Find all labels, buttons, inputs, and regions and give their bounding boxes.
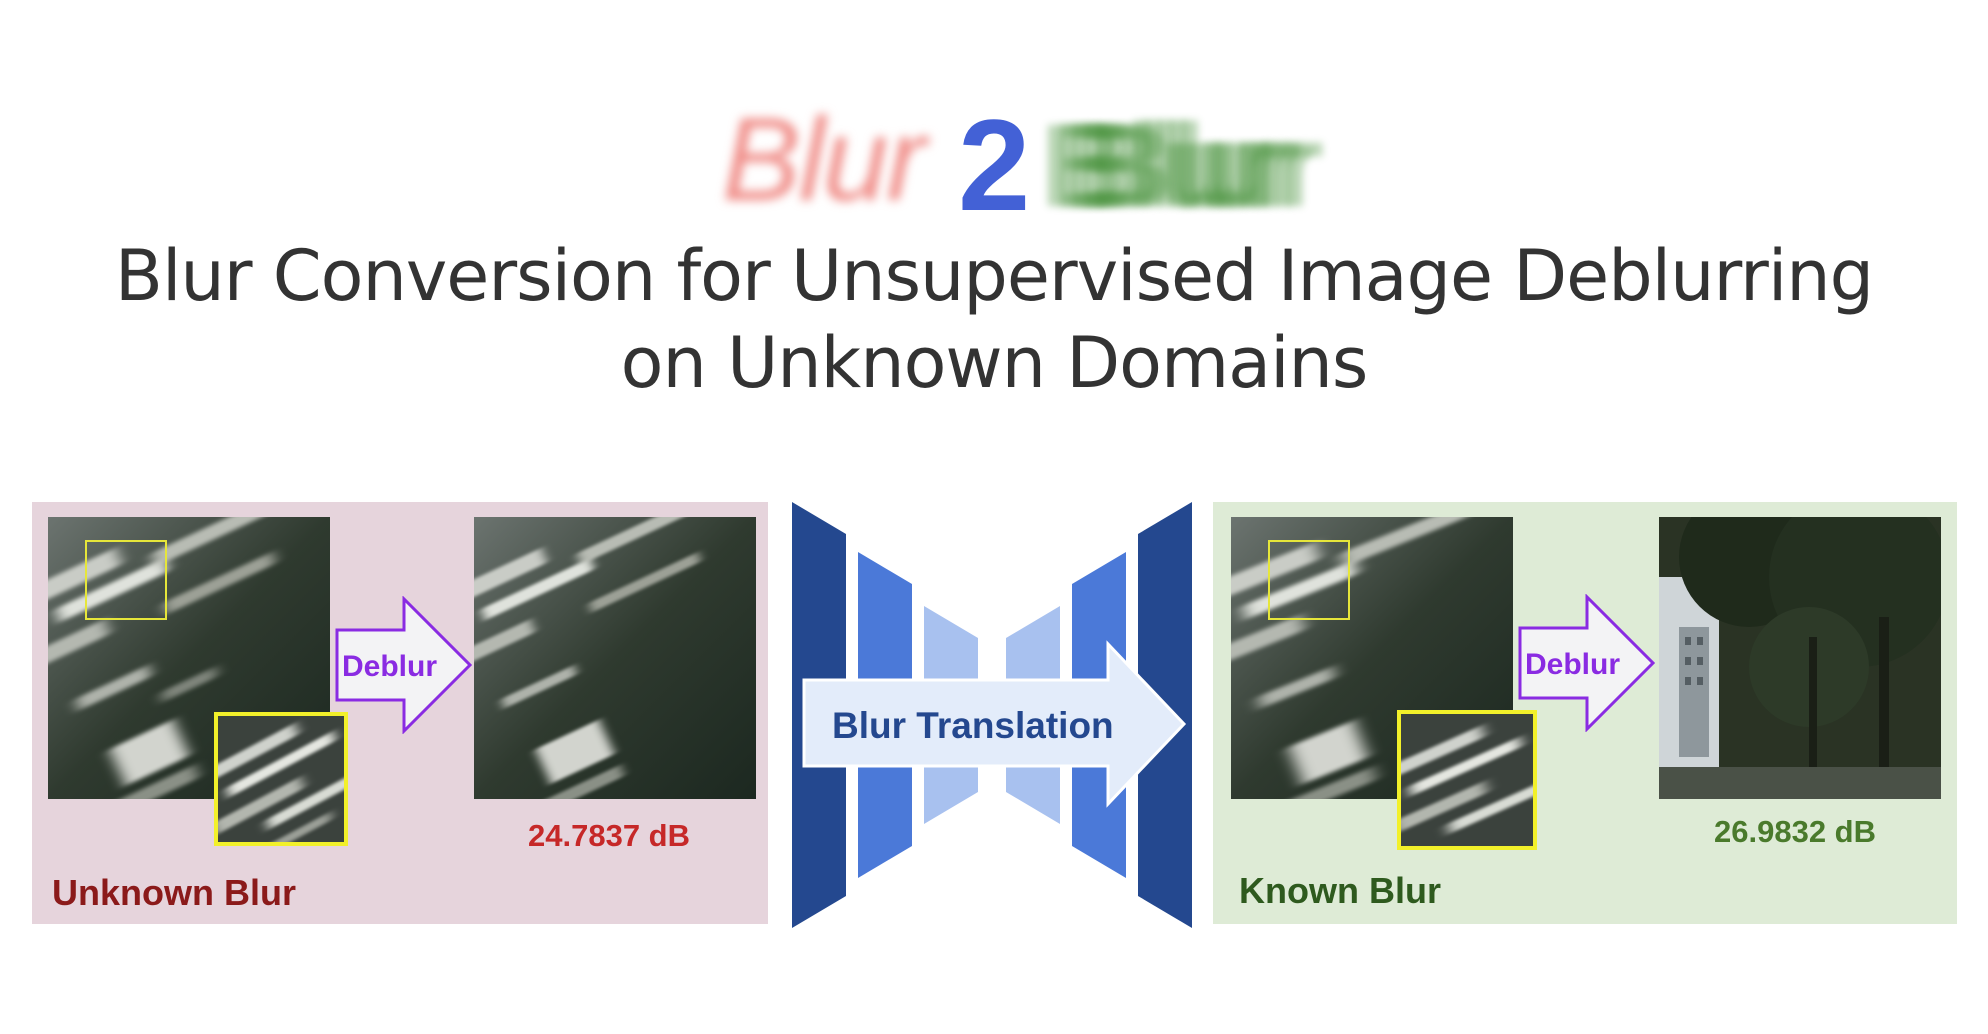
known-blur-panel: Deblur 26.9832 dB Known Blur <box>1213 502 1957 924</box>
page-title-line-2: on Unknown Domains <box>620 322 1369 404</box>
logo-word-blurred-green: Blur Blur Blur Blur Blur <box>1040 98 1324 232</box>
logo-number: 2 <box>958 92 1031 238</box>
page-title-line-1: Blur Conversion for Unsupervised Image D… <box>114 235 1874 317</box>
unknown-blur-label: Unknown Blur <box>52 872 296 913</box>
known-blur-psnr: 26.9832 dB <box>1714 814 1876 849</box>
blur-translation-network: Blur Translation <box>792 502 1192 928</box>
logo: Blur 2 Blur Blur Blur Blur Blur <box>0 92 1988 238</box>
blur-translation-label: Blur Translation <box>832 705 1114 746</box>
deblur-arrow-icon: Deblur <box>335 596 473 734</box>
deblur-label: Deblur <box>342 650 437 683</box>
known-blur-zoom-inset <box>1397 710 1537 850</box>
logo-word-blurred-red: Blur <box>722 94 926 226</box>
known-blur-output-image <box>1659 517 1941 799</box>
logo-word-ghost: Blur <box>1088 100 1324 232</box>
unknown-blur-panel: Deblur 24.7837 dB Unknown Blur <box>32 502 768 924</box>
unknown-blur-zoom-inset <box>214 712 348 846</box>
deblur-label: Deblur <box>1525 648 1620 681</box>
deblur-arrow-icon: Deblur <box>1518 594 1656 732</box>
known-blur-label: Known Blur <box>1239 870 1441 911</box>
unknown-blur-psnr: 24.7837 dB <box>528 818 690 853</box>
unknown-blur-output-image <box>474 517 756 799</box>
